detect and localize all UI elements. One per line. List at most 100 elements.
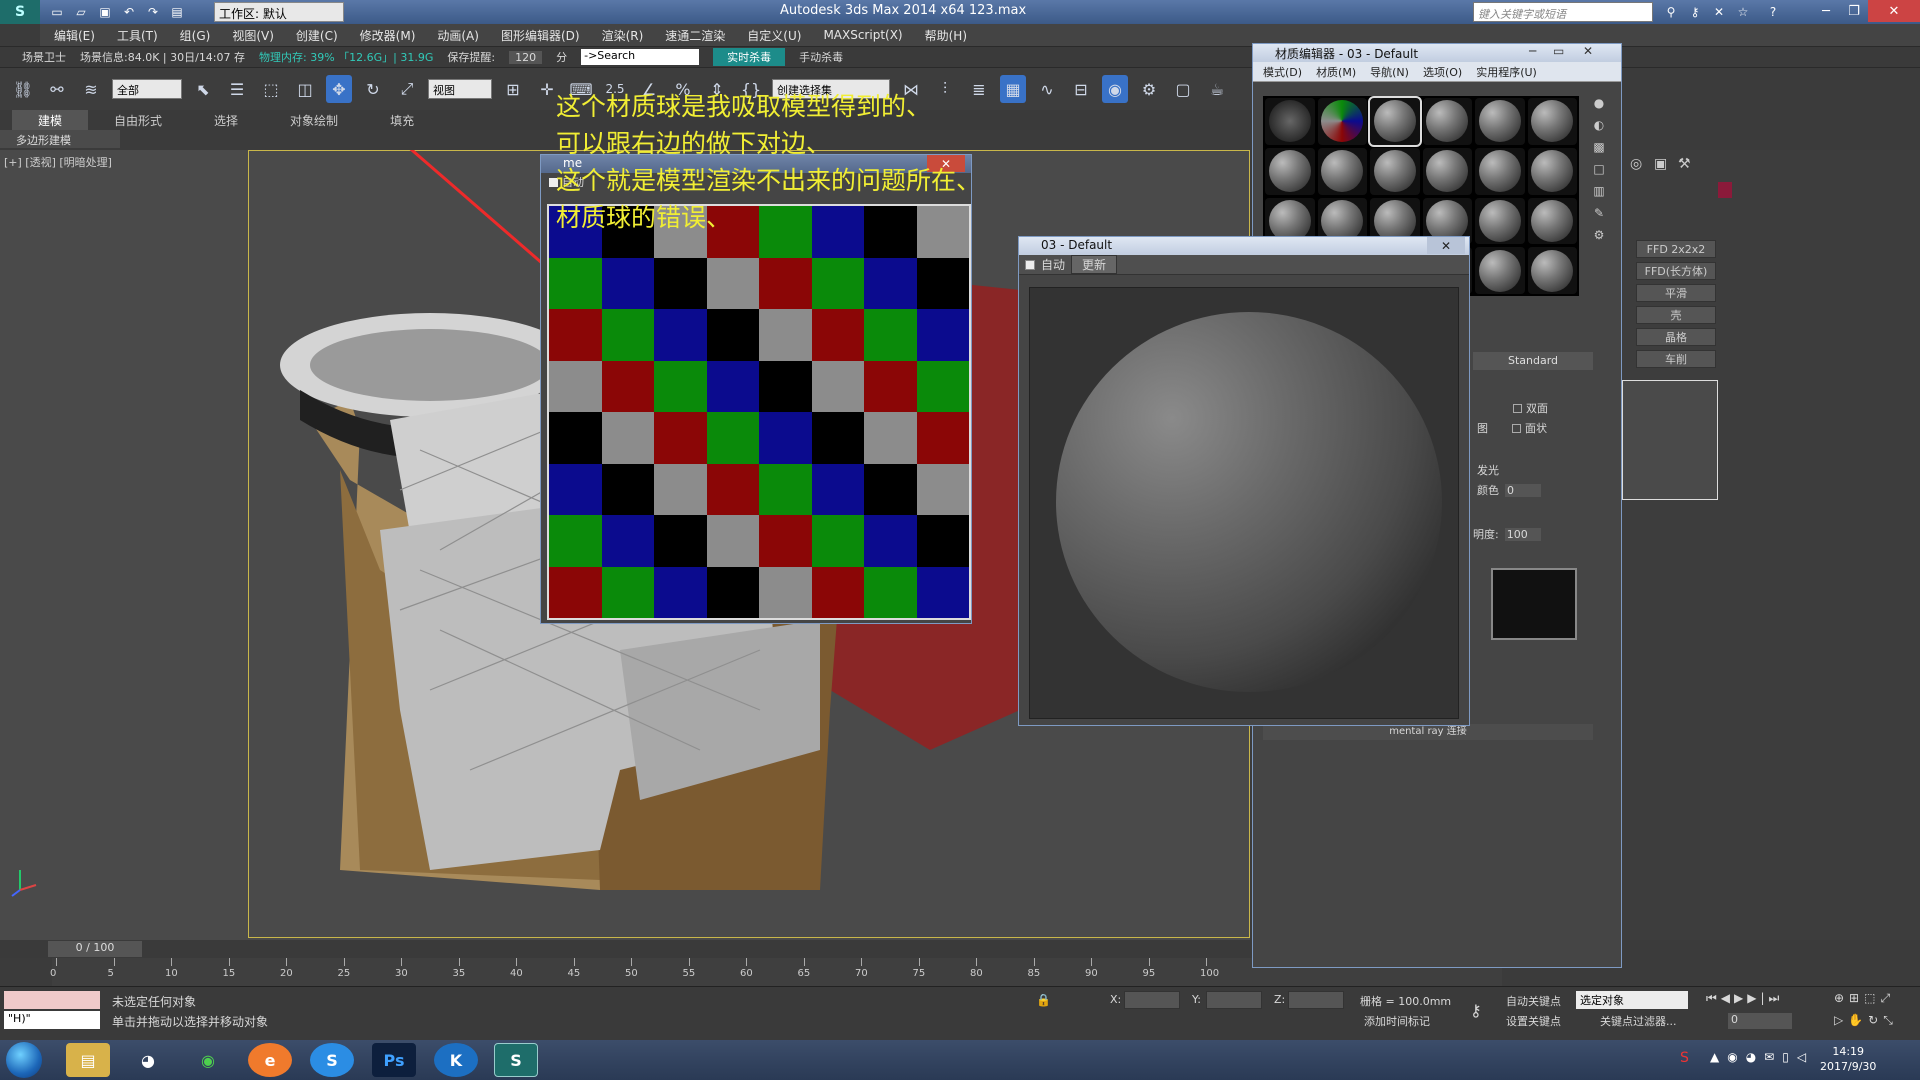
modifier-smooth-button[interactable]: 平滑 — [1636, 284, 1716, 302]
render-setup-icon[interactable]: ⚙ — [1136, 75, 1162, 103]
menu-graph-editors[interactable]: 图形编辑器(D) — [501, 27, 580, 44]
open-file-icon[interactable]: ▱ — [72, 4, 90, 20]
wechat-icon[interactable]: ◉ — [186, 1043, 230, 1077]
workspace-dropdown[interactable]: 工作区: 默认 — [214, 2, 344, 22]
material-type-button[interactable]: Standard — [1473, 352, 1593, 370]
browser-icon[interactable]: e — [248, 1043, 292, 1077]
maxscript-listener-top[interactable] — [4, 991, 100, 1009]
material-sample-slot[interactable] — [1422, 147, 1472, 195]
object-color-swatch[interactable] — [1718, 182, 1732, 198]
binoculars-icon[interactable]: ⚲ — [1662, 4, 1680, 20]
menu-edit[interactable]: 编辑(E) — [54, 27, 95, 44]
redo-icon[interactable]: ↷ — [144, 4, 162, 20]
time-slider-bar[interactable]: 0 / 100 — [0, 940, 1250, 958]
menu-help[interactable]: 帮助(H) — [925, 27, 967, 44]
tab-freeform[interactable]: 自由形式 — [88, 110, 188, 131]
pivot-center-icon[interactable]: ⊞ — [500, 75, 526, 103]
mated-maximize-icon[interactable]: ▭ — [1553, 44, 1564, 58]
mated-menu-modes[interactable]: 模式(D) — [1263, 64, 1302, 80]
background-icon[interactable]: ▩ — [1585, 140, 1613, 162]
material-sample-slot[interactable] — [1368, 96, 1422, 147]
polygon-modeling-label[interactable]: 多边形建模 — [0, 130, 120, 148]
modifier-lattice-button[interactable]: 晶格 — [1636, 328, 1716, 346]
3dsmax-taskbar-icon[interactable]: S — [494, 1043, 538, 1077]
help-icon[interactable]: ? — [1764, 4, 1782, 20]
material-sample-slot[interactable] — [1317, 98, 1367, 145]
modifier-lathe-button[interactable]: 车削 — [1636, 350, 1716, 368]
video-color-icon[interactable]: ▥ — [1585, 184, 1613, 206]
star-icon[interactable]: ☆ — [1734, 4, 1752, 20]
preview-window-titlebar[interactable]: 03 - Default ✕ — [1019, 237, 1469, 255]
select-scale-icon[interactable]: ⤢ — [394, 75, 420, 103]
tray-sogou-icon[interactable]: S — [1680, 1050, 1689, 1066]
material-sample-slot[interactable] — [1422, 98, 1472, 145]
options-icon[interactable]: ⚙ — [1585, 228, 1613, 250]
key-icon[interactable]: ⚷ — [1686, 4, 1704, 20]
utilities-panel-icon[interactable]: ▣ — [1654, 156, 1667, 172]
restore-button[interactable]: ❐ — [1840, 0, 1868, 22]
material-sample-slot[interactable] — [1265, 147, 1315, 195]
mated-menu-options[interactable]: 选项(O) — [1423, 64, 1462, 80]
current-frame-field[interactable]: 0 — [1728, 1013, 1792, 1029]
preview-update-button[interactable]: 更新 — [1071, 255, 1118, 274]
help-search-input[interactable]: 键入关键字或短语 — [1473, 2, 1653, 22]
hold-icon[interactable]: ▤ — [168, 4, 186, 20]
menu-maxscript[interactable]: MAXScript(X) — [823, 28, 902, 42]
viewport-nav-controls-2[interactable]: ▷✋↻⤡ — [1834, 1013, 1898, 1028]
material-sample-slot[interactable] — [1527, 147, 1577, 195]
menu-render-plugin[interactable]: 速通二渲染 — [665, 27, 725, 44]
tab-object-paint[interactable]: 对象绘制 — [264, 110, 364, 131]
material-sample-slot[interactable] — [1527, 197, 1577, 245]
material-sample-slot[interactable] — [1527, 247, 1577, 294]
material-editor-titlebar[interactable]: 材质编辑器 - 03 - Default ─ ▭ ✕ — [1253, 44, 1621, 62]
material-sample-slot[interactable] — [1475, 147, 1525, 195]
menu-views[interactable]: 视图(V) — [232, 27, 274, 44]
material-preview-window[interactable]: 03 - Default ✕ 自动 更新 — [1018, 236, 1470, 726]
graphite-toggle-icon[interactable]: ▦ — [1000, 75, 1026, 103]
hammer-icon[interactable]: ⚒ — [1678, 156, 1691, 172]
menu-rendering[interactable]: 渲染(R) — [602, 27, 644, 44]
pick-material-icon[interactable]: ✎ — [1585, 206, 1613, 228]
modifier-ffd222-button[interactable]: FFD 2x2x2 — [1636, 240, 1716, 258]
menu-modifiers[interactable]: 修改器(M) — [360, 27, 416, 44]
reference-coord-dropdown[interactable]: 视图 — [428, 79, 492, 99]
backlight-icon[interactable]: ◐ — [1585, 118, 1613, 140]
rendered-frame-icon[interactable]: ▢ — [1170, 75, 1196, 103]
mated-menu-utilities[interactable]: 实用程序(U) — [1476, 64, 1537, 80]
selection-filter-dropdown[interactable]: 全部 — [112, 79, 182, 99]
save-icon[interactable]: ▣ — [96, 4, 114, 20]
select-rotate-icon[interactable]: ↻ — [360, 75, 386, 103]
tray-icons[interactable]: ▲◉◕✉▯◁ — [1710, 1050, 1814, 1064]
time-slider-thumb[interactable]: 0 / 100 — [48, 941, 142, 957]
plugin-search-input[interactable]: ->Search — [581, 49, 700, 65]
mental-ray-rollout[interactable]: mental ray 连接 — [1263, 724, 1593, 740]
material-editor-icon[interactable]: ◉ — [1102, 75, 1128, 103]
schematic-view-icon[interactable]: ⊟ — [1068, 75, 1094, 103]
material-sample-slot[interactable] — [1475, 247, 1525, 294]
opacity-spinner[interactable]: 100 — [1504, 527, 1541, 541]
modifier-stack-list[interactable] — [1622, 380, 1718, 500]
playback-controls[interactable]: ⏮◀▶▶|⏭ — [1706, 991, 1783, 1006]
coord-z-field[interactable] — [1288, 991, 1344, 1009]
sample-type-icon[interactable]: ● — [1585, 96, 1613, 118]
qq-icon[interactable]: ◕ — [126, 1043, 170, 1077]
tab-populate[interactable]: 填充 — [364, 110, 440, 131]
auto-key-button[interactable]: 自动关键点 — [1506, 993, 1561, 1009]
set-key-button[interactable]: 设置关键点 — [1506, 1013, 1561, 1029]
diffuse-color-swatch[interactable] — [1491, 568, 1577, 640]
set-key-icon[interactable]: ⚷ — [1470, 1001, 1482, 1020]
two-sided-checkbox[interactable] — [1513, 403, 1522, 413]
preview-close-button[interactable]: ✕ — [1427, 237, 1465, 254]
skype-icon[interactable]: S — [310, 1043, 354, 1077]
color-spinner[interactable]: 0 — [1505, 483, 1541, 497]
menu-tools[interactable]: 工具(T) — [117, 27, 158, 44]
material-sample-slot[interactable] — [1317, 147, 1367, 195]
select-by-name-icon[interactable]: ☰ — [224, 75, 250, 103]
menu-group[interactable]: 组(G) — [180, 27, 211, 44]
viewport-nav-controls[interactable]: ⊕⊞⬚⤢ — [1834, 991, 1895, 1006]
realtime-antivirus-button[interactable]: 实时杀毒 — [713, 48, 786, 66]
material-sample-slot[interactable] — [1527, 98, 1577, 145]
add-time-tag[interactable]: 添加时间标记 — [1364, 1013, 1430, 1029]
start-button[interactable] — [6, 1042, 42, 1078]
coord-x-field[interactable] — [1124, 991, 1180, 1009]
